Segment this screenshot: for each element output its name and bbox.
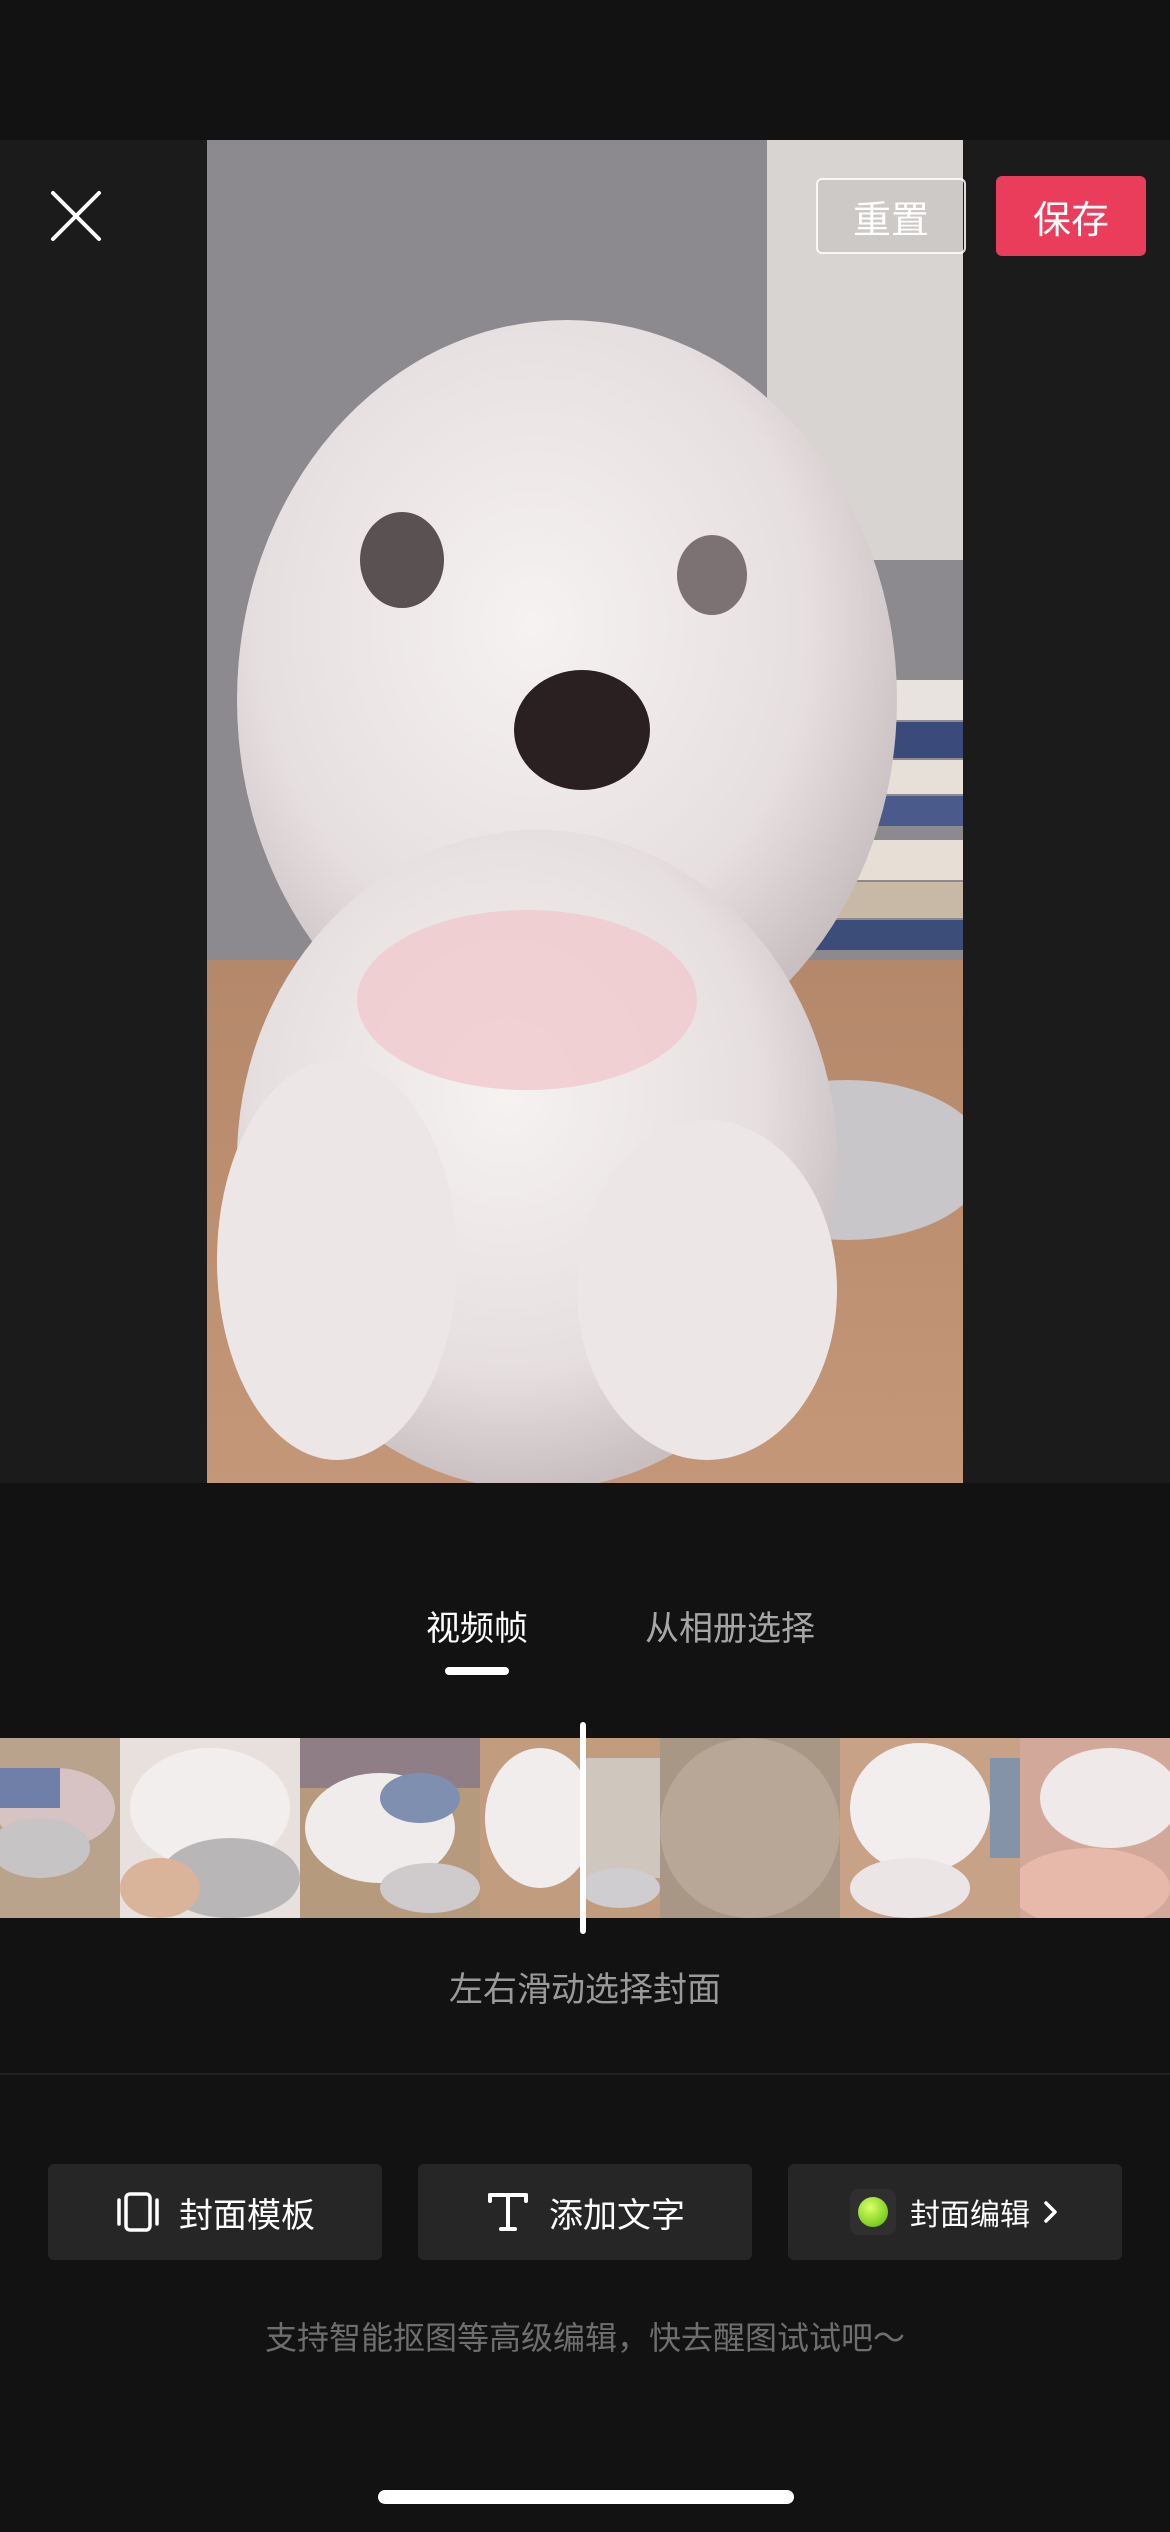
filmstrip-frame[interactable] [840, 1738, 1020, 1918]
home-indicator[interactable] [378, 2490, 794, 2504]
cover-template-label: 封面模板 [179, 2195, 315, 2236]
cover-edit-label: 封面编辑 [910, 2198, 1030, 2233]
filmstrip-frame[interactable] [300, 1738, 480, 1918]
add-text-label: 添加文字 [549, 2195, 685, 2236]
filmstrip-frame[interactable] [120, 1738, 300, 1918]
tab-indicator [445, 1667, 509, 1675]
cover-edit-button[interactable]: 封面编辑 [788, 2164, 1122, 2260]
text-icon [485, 2189, 531, 2235]
swipe-hint: 左右滑动选择封面 [449, 1970, 721, 2010]
filmstrip-frame[interactable] [480, 1738, 660, 1918]
template-icon [115, 2189, 161, 2235]
tab-from-album[interactable]: 从相册选择 [630, 1580, 830, 1670]
close-button[interactable] [45, 185, 107, 247]
cover-template-button[interactable]: 封面模板 [48, 2164, 382, 2260]
filmstrip-frame[interactable] [1020, 1738, 1170, 1918]
divider [0, 2073, 1170, 2075]
tab-video-frames[interactable]: 视频帧 [400, 1580, 554, 1670]
status-bar [0, 0, 1170, 140]
save-button[interactable]: 保存 [996, 176, 1146, 256]
filmstrip-frame[interactable] [660, 1738, 840, 1918]
filmstrip-frame[interactable] [0, 1738, 120, 1918]
close-icon [51, 191, 101, 241]
source-tabs: 视频帧 从相册选择 [0, 1580, 1170, 1680]
chevron-right-icon [1042, 2199, 1060, 2225]
cover-preview-image [207, 140, 963, 1483]
advanced-edit-promo: 支持智能抠图等高级编辑，快去醒图试试吧～ [264, 2319, 905, 2357]
cover-editor-screen: 重置 保存 视频帧 从相册选择 左右滑动选择封面 封面模板 添加文字 封面编辑 … [0, 0, 1170, 2532]
add-text-button[interactable]: 添加文字 [418, 2164, 752, 2260]
app-badge-icon [850, 2189, 896, 2235]
frame-selector-handle[interactable] [580, 1722, 586, 1934]
reset-button[interactable]: 重置 [816, 178, 966, 254]
